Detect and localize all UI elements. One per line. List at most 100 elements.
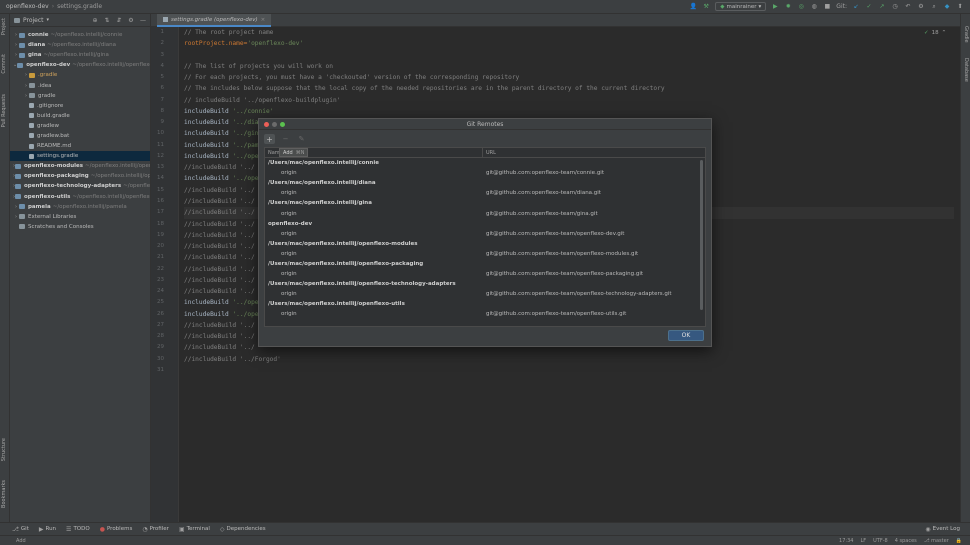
git-branch-status[interactable]: ⎇ master xyxy=(924,538,949,544)
tree-item[interactable]: › gradle xyxy=(10,91,150,101)
remote-row[interactable]: origin git@github.com:openflexo-team/dian… xyxy=(265,188,705,198)
close-icon[interactable]: × xyxy=(261,17,266,23)
code-token: //includeBuild '../ xyxy=(184,243,255,251)
git-commit-icon[interactable]: ✓ xyxy=(865,3,873,11)
bottom-tool-problems[interactable]: ● Problems xyxy=(100,526,133,533)
zoom-window-button[interactable] xyxy=(280,122,285,127)
search-icon[interactable]: ⌕ xyxy=(930,3,938,11)
jetbrains-icon[interactable]: ◆ xyxy=(943,3,951,11)
tool-tab-commit[interactable]: Commit xyxy=(1,54,7,74)
stop-icon[interactable]: ■ xyxy=(823,3,831,11)
run-icon[interactable]: ▶ xyxy=(771,3,779,11)
remote-row[interactable]: origin git@github.com:openflexo-team/open… xyxy=(265,289,705,299)
tree-item[interactable]: › pamela ~/openflexo.intellij/pamela xyxy=(10,202,150,212)
remove-remote-button[interactable]: − xyxy=(280,134,291,144)
history-icon[interactable]: ◷ xyxy=(891,3,899,11)
remote-row[interactable]: origin git@github.com:openflexo-team/open… xyxy=(265,269,705,279)
line-number: 5 xyxy=(160,74,165,81)
rollback-icon[interactable]: ↶ xyxy=(904,3,912,11)
repository-row[interactable]: /Users/mac/openflexo.intellij/openflexo-… xyxy=(265,299,705,309)
tree-item[interactable]: gradlew xyxy=(10,121,150,131)
dialog-title: Git Remotes xyxy=(466,120,504,128)
tree-item[interactable]: ›openflexo-technology-adapters~/openflex… xyxy=(10,181,150,191)
tree-item[interactable]: › .gradle xyxy=(10,70,150,80)
bottom-tool-todo[interactable]: ☰ TODO xyxy=(66,526,90,533)
remote-row[interactable]: origin git@github.com:openflexo-team/open… xyxy=(265,249,705,259)
column-header-url[interactable]: URL xyxy=(483,150,496,156)
tool-tab-structure[interactable]: Structure xyxy=(1,438,7,461)
run-config-selector[interactable]: ◆ mainrainer ▾ xyxy=(715,2,767,11)
repository-row[interactable]: /Users/mac/openflexo.intellij/diana xyxy=(265,178,705,188)
gear-icon[interactable]: ⚙ xyxy=(127,16,135,24)
close-window-button[interactable] xyxy=(264,122,269,127)
remote-row[interactable]: origin git@github.com:openflexo-team/conn… xyxy=(265,168,705,178)
chevron-up-icon: ⌃ xyxy=(941,30,947,36)
editor-tab-settings-gradle[interactable]: settings.gradle (openflexo-dev) × xyxy=(157,14,272,27)
git-push-icon[interactable]: ↗ xyxy=(878,3,886,11)
collapse-all-icon[interactable]: ⇵ xyxy=(115,16,123,24)
debug-icon[interactable]: ✹ xyxy=(784,3,792,11)
chevron-down-icon[interactable]: ▾ xyxy=(47,17,50,23)
tree-item[interactable]: build.gradle xyxy=(10,111,150,121)
minimize-window-button[interactable] xyxy=(272,122,277,127)
bottom-tool-run[interactable]: ▶ Run xyxy=(39,526,56,533)
indent-setting[interactable]: 4 spaces xyxy=(895,538,917,544)
bottom-tool-terminal[interactable]: ▣ Terminal xyxy=(179,526,210,533)
tool-tab-pull-requests[interactable]: Pull Requests xyxy=(1,94,7,127)
bottom-tool-profiler[interactable]: ◔ Profiler xyxy=(142,526,169,533)
tree-item[interactable]: › openflexo-packaging ~/openflexo.intellij… xyxy=(10,171,150,181)
tool-tab-bookmarks[interactable]: Bookmarks xyxy=(1,480,7,508)
tree-item[interactable]: Scratches and Consoles xyxy=(10,222,150,232)
ok-button[interactable]: OK xyxy=(668,330,704,341)
repository-row[interactable]: openflexo-dev xyxy=(265,219,705,229)
tree-item[interactable]: › diana ~/openflexo.intellij/diana xyxy=(10,40,150,50)
tree-item[interactable]: ⌄ openflexo-dev ~/openflexo.intellij/openf… xyxy=(10,60,150,70)
profile-icon[interactable]: ◍ xyxy=(810,3,818,11)
hide-icon[interactable]: — xyxy=(139,16,147,24)
repository-row[interactable]: /Users/mac/openflexo.intellij/gina xyxy=(265,198,705,208)
edit-remote-button[interactable]: ✎ xyxy=(296,134,307,144)
breadcrumb-file[interactable]: settings.gradle xyxy=(57,3,102,10)
tree-item[interactable]: settings.gradle xyxy=(10,151,150,162)
expand-all-icon[interactable]: ⇅ xyxy=(103,16,111,24)
bottom-tool-dependencies[interactable]: ◇ Dependencies xyxy=(220,526,266,533)
remote-row[interactable]: origin git@github.com:openflexo-team/gina… xyxy=(265,208,705,218)
user-icon[interactable]: 👤 xyxy=(689,3,697,11)
event-log-button[interactable]: ◉ Event Log xyxy=(925,526,970,533)
table-scrollbar[interactable] xyxy=(700,160,703,310)
git-update-icon[interactable]: ↙ xyxy=(852,3,860,11)
coverage-icon[interactable]: ◎ xyxy=(797,3,805,11)
file-encoding[interactable]: UTF-8 xyxy=(873,538,888,544)
update-icon[interactable]: ⬆ xyxy=(956,3,964,11)
repository-row[interactable]: /Users/mac/openflexo.intellij/openflexo-… xyxy=(265,279,705,289)
locate-icon[interactable]: ⊕ xyxy=(91,16,99,24)
line-separator[interactable]: LF xyxy=(860,538,866,544)
tree-item[interactable]: › gina ~/openflexo.intellij/gina xyxy=(10,50,150,60)
repository-row[interactable]: /Users/mac/openflexo.intellij/openflexo-… xyxy=(265,239,705,249)
breadcrumb-project[interactable]: openflexo-dev xyxy=(6,3,49,10)
caret-position[interactable]: 17:34 xyxy=(839,538,853,544)
tree-item[interactable]: › openflexo-utils ~/openflexo.intellij/ope… xyxy=(10,192,150,202)
tree-item[interactable]: › connie ~/openflexo.intellij/connie xyxy=(10,30,150,40)
bottom-tool-git[interactable]: ⎇ Git xyxy=(12,526,29,533)
tree-item[interactable]: › openflexo-modules ~/openflexo.intellij/o… xyxy=(10,161,150,171)
folder-icon xyxy=(19,42,25,48)
settings-icon[interactable]: ⚙ xyxy=(917,3,925,11)
tool-tab-database[interactable]: Database xyxy=(963,58,969,82)
lock-icon[interactable]: 🔒 xyxy=(956,538,962,544)
tool-tab-project[interactable]: Project xyxy=(1,18,7,35)
remote-row[interactable]: origin git@github.com:openflexo-team/open… xyxy=(265,309,705,319)
repository-row[interactable]: /Users/mac/openflexo.intellij/connie xyxy=(265,158,705,168)
tree-item[interactable]: › External Libraries xyxy=(10,212,150,222)
build-icon[interactable]: ⚒ xyxy=(702,3,710,11)
remote-row[interactable]: origin git@github.com:openflexo-team/open… xyxy=(265,229,705,239)
tree-item[interactable]: README.md xyxy=(10,141,150,151)
repository-row[interactable]: /Users/mac/openflexo.intellij/openflexo-… xyxy=(265,259,705,269)
tree-item[interactable]: .gitignore xyxy=(10,101,150,111)
add-remote-button[interactable]: + xyxy=(264,134,275,144)
tree-item[interactable]: gradlew.bat xyxy=(10,131,150,141)
tool-tab-gradle[interactable]: Gradle xyxy=(963,26,969,43)
tree-item[interactable]: › .idea xyxy=(10,80,150,90)
inspection-widget[interactable]: ✓ 18 ⌃ xyxy=(924,30,946,36)
project-view-selector[interactable]: Project xyxy=(23,17,44,24)
